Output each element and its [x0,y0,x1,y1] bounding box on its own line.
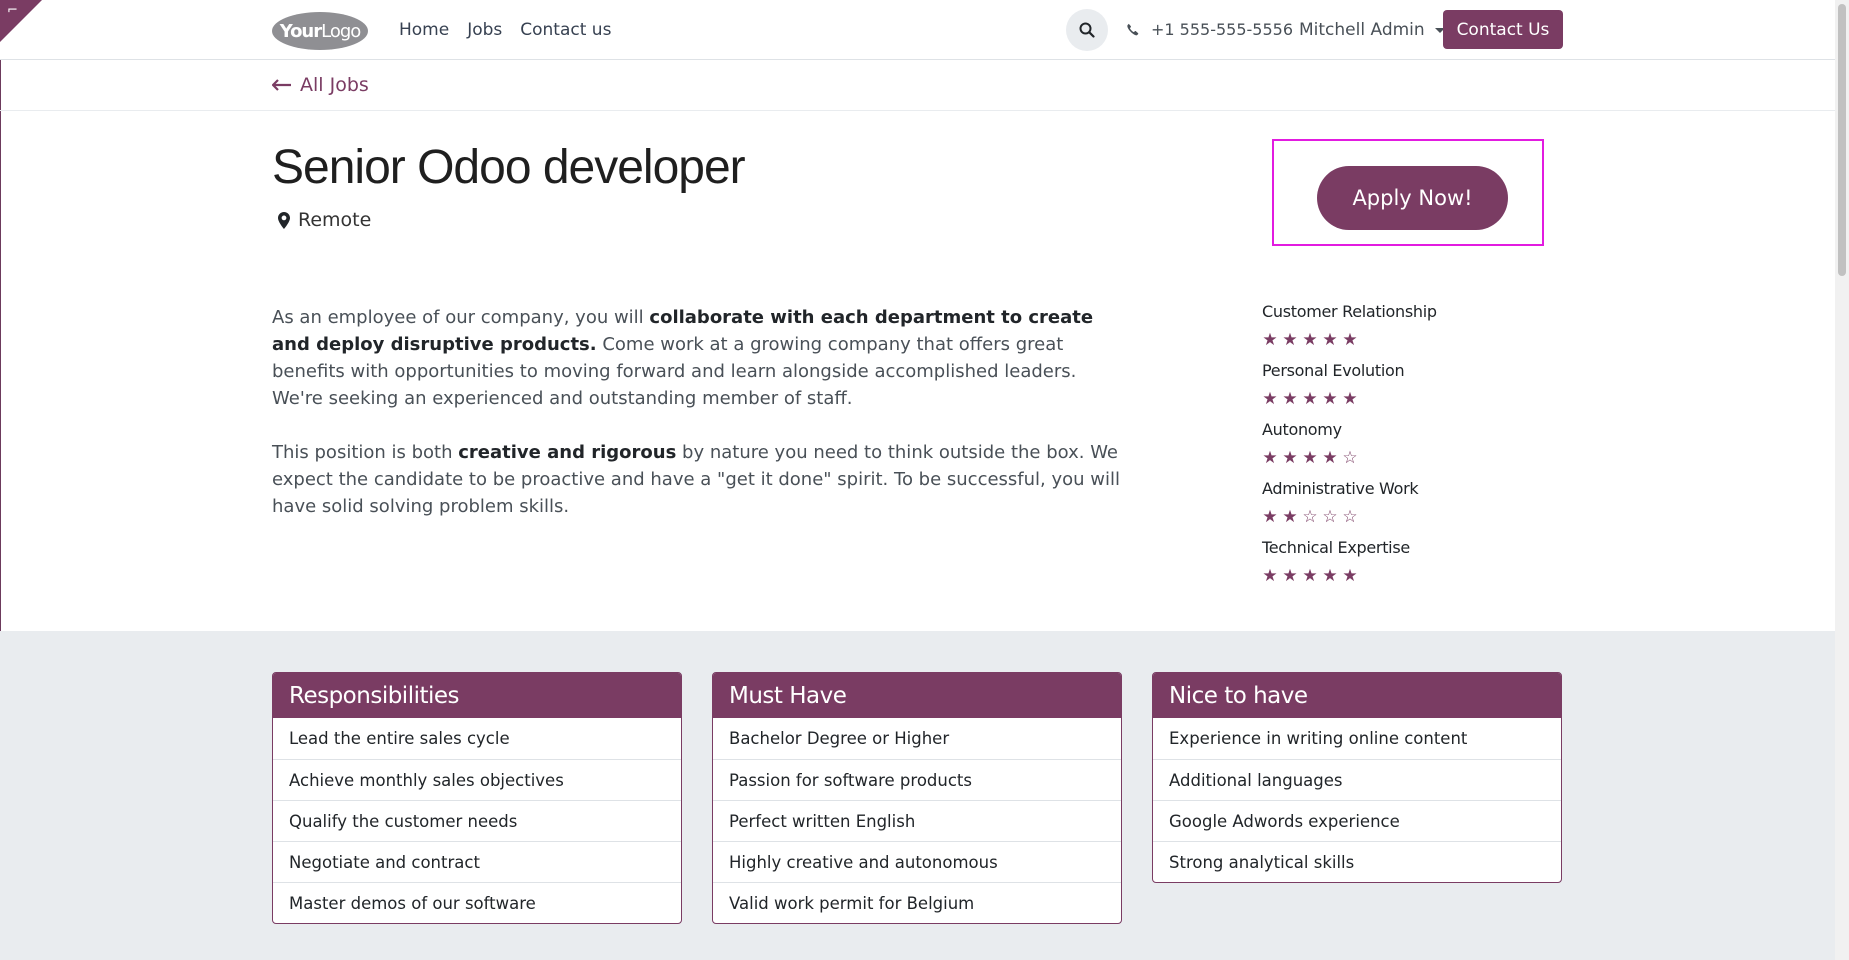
corner-arrow-icon: ⌐ [7,3,18,18]
vertical-scrollbar[interactable] [1835,0,1849,960]
star-rating: ★ ★ ★ ★ ★ [1262,391,1522,408]
star-filled-icon: ★ [1342,389,1358,409]
user-name: Mitchell Admin [1299,20,1425,40]
star-rating: ★ ★ ★ ★ ☆ [1262,450,1522,467]
list-item: Negotiate and contract [273,841,681,882]
phone-link[interactable]: +1 555-555-5556 [1126,20,1293,39]
top-navbar: Your Logo Home Jobs Contact us +1 555-555… [0,0,1835,60]
star-empty-icon: ☆ [1342,448,1358,468]
star-rating: ★ ★ ☆ ☆ ☆ [1262,509,1522,526]
star-filled-icon: ★ [1262,389,1278,409]
nav-contact[interactable]: Contact us [520,20,611,40]
star-filled-icon: ★ [1282,507,1298,527]
star-filled-icon: ★ [1342,566,1358,586]
contact-us-button[interactable]: Contact Us [1443,10,1563,49]
job-location: Remote [278,209,371,231]
rating-label: Personal Evolution [1262,361,1405,380]
site-logo[interactable]: Your Logo [272,12,368,50]
back-bar: All Jobs [0,60,1835,111]
list-item: Google Adwords experience [1153,800,1561,841]
card-title: Must Have [713,673,1121,718]
main-nav: Home Jobs Contact us [399,20,611,40]
star-filled-icon: ★ [1282,330,1298,350]
star-filled-icon: ★ [1262,330,1278,350]
star-filled-icon: ★ [1302,389,1318,409]
star-empty-icon: ☆ [1342,507,1358,527]
list-item: Perfect written English [713,800,1121,841]
search-button[interactable] [1066,9,1108,51]
list-item: Lead the entire sales cycle [289,729,510,748]
list-item: Valid work permit for Belgium [713,882,1121,923]
rating-item: Personal Evolution ★ ★ ★ ★ ★ [1262,361,1522,420]
job-description: As an employee of our company, you will … [272,304,1132,547]
star-filled-icon: ★ [1302,330,1318,350]
phone-number: +1 555-555-5556 [1151,20,1294,39]
description-paragraph-2: This position is both creative and rigor… [272,439,1132,520]
description-paragraph-1: As an employee of our company, you will … [272,304,1132,412]
list-item: Passion for software products [713,759,1121,800]
rating-label: Autonomy [1262,420,1342,439]
card-title: Responsibilities [273,673,681,718]
rating-item: Administrative Work ★ ★ ☆ ☆ ☆ [1262,479,1522,538]
location-text: Remote [298,209,372,231]
apply-now-button[interactable]: Apply Now! [1317,166,1508,230]
all-jobs-label: All Jobs [300,74,369,96]
star-filled-icon: ★ [1282,566,1298,586]
list-item: Qualify the customer needs [273,800,681,841]
star-filled-icon: ★ [1262,507,1278,527]
job-title: Senior Odoo developer [272,141,746,194]
logo-text-main: Your [279,20,322,42]
rating-label: Customer Relationship [1262,302,1437,321]
rating-label: Technical Expertise [1262,538,1410,557]
star-filled-icon: ★ [1322,566,1338,586]
list-item: Additional languages [1153,759,1561,800]
nav-home[interactable]: Home [399,20,449,40]
star-filled-icon: ★ [1282,448,1298,468]
map-marker-icon [278,211,290,229]
star-filled-icon: ★ [1322,330,1338,350]
star-filled-icon: ★ [1342,330,1358,350]
rating-item: Customer Relationship ★ ★ ★ ★ ★ [1262,302,1522,361]
star-filled-icon: ★ [1322,448,1338,468]
logo-text-thin: Logo [321,20,361,42]
desc-p1-text-a: As an employee of our company, you will [272,307,650,328]
list-item: Experience in writing online content [1169,729,1468,748]
list-item: Master demos of our software [273,882,681,923]
list-item: Strong analytical skills [1153,841,1561,882]
list-item: Bachelor Degree or Higher [729,729,950,748]
card-title: Nice to have [1153,673,1561,718]
star-rating: ★ ★ ★ ★ ★ [1262,568,1522,585]
arrow-left-icon [272,79,291,91]
skill-ratings: Customer Relationship ★ ★ ★ ★ ★ Personal Evo… [1262,302,1522,597]
star-rating: ★ ★ ★ ★ ★ [1262,332,1522,349]
rating-label: Administrative Work [1262,479,1419,498]
must-have-card: Must Have Bachelor Degree or Higher Pass… [712,672,1122,924]
desc-p2-bold: creative and rigorous [458,442,677,463]
responsibilities-card: Responsibilities Lead the entire sales c… [272,672,682,924]
star-filled-icon: ★ [1322,389,1338,409]
search-icon [1079,22,1095,38]
scrollbar-thumb[interactable] [1838,4,1846,276]
star-empty-icon: ☆ [1302,507,1318,527]
desc-p2-text-a: This position is both [272,442,459,463]
star-filled-icon: ★ [1262,448,1278,468]
rating-item: Technical Expertise ★ ★ ★ ★ ★ [1262,538,1522,597]
list-item: Achieve monthly sales objectives [273,759,681,800]
star-filled-icon: ★ [1302,566,1318,586]
star-empty-icon: ☆ [1322,507,1338,527]
star-filled-icon: ★ [1262,566,1278,586]
star-filled-icon: ★ [1282,389,1298,409]
phone-icon [1127,23,1139,36]
list-item: Highly creative and autonomous [713,841,1121,882]
nav-jobs[interactable]: Jobs [467,20,502,40]
nice-to-have-card: Nice to have Experience in writing onlin… [1152,672,1562,883]
user-menu[interactable]: Mitchell Admin [1299,20,1445,40]
all-jobs-link[interactable]: All Jobs [272,74,369,96]
star-filled-icon: ★ [1302,448,1318,468]
rating-item: Autonomy ★ ★ ★ ★ ☆ [1262,420,1522,479]
